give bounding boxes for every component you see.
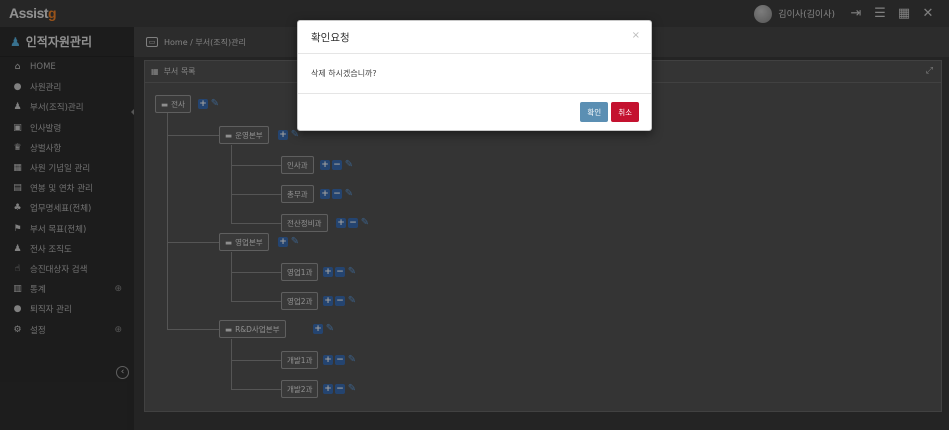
dialog-message: 삭제 하시겠습니까?	[311, 69, 377, 78]
close-icon[interactable]: ×	[632, 30, 640, 41]
dialog-header: 확인요청 ×	[298, 21, 651, 54]
confirm-dialog: 확인요청 × 삭제 하시겠습니까? 확인 취소	[297, 20, 652, 131]
confirm-button[interactable]: 확인	[580, 102, 609, 122]
dialog-footer: 확인 취소	[298, 94, 651, 130]
cancel-button[interactable]: 취소	[611, 102, 639, 122]
dialog-body: 삭제 하시겠습니까?	[298, 54, 651, 94]
dialog-title: 확인요청	[311, 31, 350, 44]
